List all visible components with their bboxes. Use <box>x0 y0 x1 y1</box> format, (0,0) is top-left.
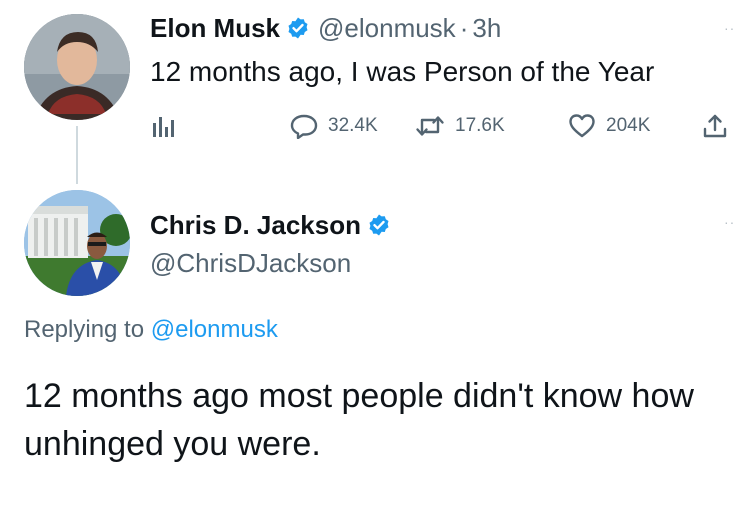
analytics-button[interactable] <box>150 108 176 144</box>
heart-icon <box>568 113 596 139</box>
tweet1-header: Elon Musk @elonmusk · 3h <box>150 10 501 46</box>
reply-count: 32.4K <box>328 115 378 136</box>
like-count: 204K <box>606 115 651 136</box>
analytics-icon <box>150 113 176 139</box>
author-handle[interactable]: @elonmusk <box>318 13 456 44</box>
tweet-thread: Elon Musk @elonmusk · 3h ·· 12 months ag… <box>0 0 742 520</box>
retweet-icon <box>415 113 445 139</box>
verified-badge-icon <box>286 16 310 40</box>
share-button[interactable] <box>702 108 728 144</box>
retweet-button[interactable]: 17.6K <box>415 108 505 144</box>
replying-to-link[interactable]: @elonmusk <box>151 316 278 343</box>
author-name[interactable]: Chris D. Jackson <box>150 210 361 241</box>
tweet-timestamp[interactable]: 3h <box>472 13 501 44</box>
separator-dot: · <box>459 12 469 43</box>
tweet2-header: Chris D. Jackson <box>150 206 391 244</box>
like-button[interactable]: 204K <box>568 108 650 144</box>
replying-to-line: Replying to @elonmusk <box>24 316 278 344</box>
tweet2-text: 12 months ago most people didn't know ho… <box>24 377 694 463</box>
tweet1-text: 12 months ago, I was Person of the Year <box>150 56 655 87</box>
reply-button[interactable]: 32.4K <box>290 108 378 144</box>
thread-connector-line <box>76 126 78 184</box>
tweet1-action-bar: 32.4K 17.6K 204K <box>150 108 730 144</box>
share-icon <box>702 113 728 139</box>
reply-icon <box>290 113 318 139</box>
more-options-icon[interactable]: ·· <box>724 214 735 230</box>
verified-badge-icon <box>367 213 391 237</box>
author-name[interactable]: Elon Musk <box>150 13 280 44</box>
author-handle[interactable]: @ChrisDJackson <box>150 248 351 279</box>
avatar-chris-d-jackson[interactable] <box>24 190 130 296</box>
avatar-elon-musk[interactable] <box>24 14 130 120</box>
more-options-icon[interactable]: ·· <box>724 20 735 36</box>
retweet-count: 17.6K <box>455 115 505 136</box>
replying-to-label: Replying to <box>24 316 151 343</box>
